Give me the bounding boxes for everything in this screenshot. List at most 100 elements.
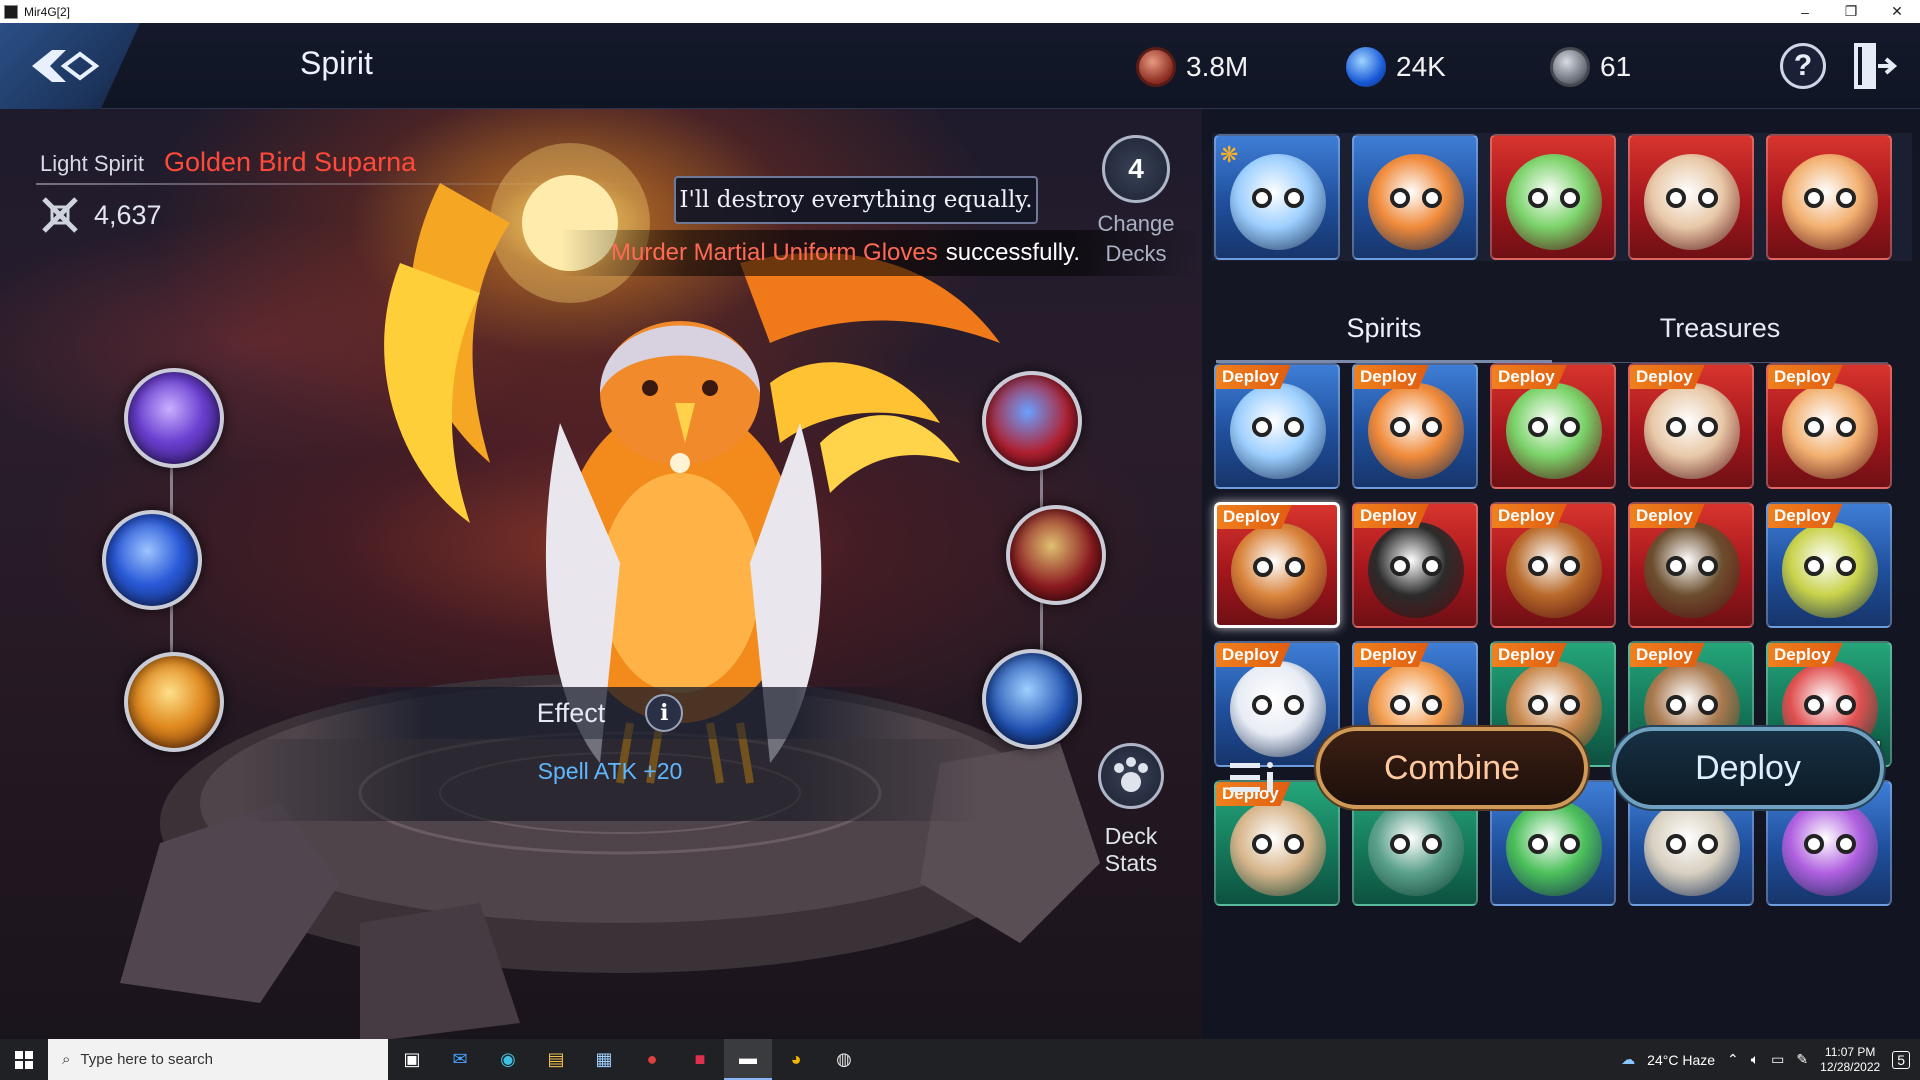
- store-icon[interactable]: ▦: [580, 1039, 628, 1080]
- spirit-portrait: [1782, 522, 1878, 618]
- clock[interactable]: 11:07 PM 12/28/2022: [1820, 1045, 1880, 1075]
- app-red-icon[interactable]: ●: [628, 1039, 676, 1080]
- combine-button[interactable]: Combine: [1316, 727, 1588, 809]
- volume-icon[interactable]: 🔈︎: [1751, 1051, 1759, 1068]
- deck-slot[interactable]: [1352, 134, 1478, 260]
- pen-icon[interactable]: ✎: [1796, 1051, 1808, 1068]
- golem-skill-icon[interactable]: [1006, 505, 1106, 605]
- spirit-card[interactable]: Deploy: [1214, 363, 1340, 489]
- portrait-eye: [1252, 417, 1272, 437]
- spirit-portrait: [1231, 523, 1327, 619]
- blue-sword-skill-icon[interactable]: [982, 649, 1082, 749]
- spirit-portrait: [1506, 154, 1602, 250]
- portrait-eye: [1528, 834, 1548, 854]
- network-icon[interactable]: ▭: [1771, 1051, 1784, 1068]
- back-button[interactable]: [0, 23, 140, 109]
- deck-slot[interactable]: [1628, 134, 1754, 260]
- deploy-badge: Deploy: [1492, 643, 1567, 667]
- top-bar: Spirit 3.8M 24K 61 ?: [0, 23, 1920, 109]
- deploy-badge: Deploy: [1216, 643, 1291, 667]
- chat-app-icon[interactable]: ◍: [820, 1039, 868, 1080]
- portrait-eye: [1698, 417, 1718, 437]
- spirit-portrait: [1368, 154, 1464, 250]
- task-view-icon[interactable]: ▣: [388, 1039, 436, 1080]
- effect-label: Effect: [536, 697, 606, 728]
- help-button[interactable]: ?: [1780, 43, 1826, 89]
- weather-icon: ☁: [1621, 1051, 1636, 1067]
- windows-taskbar: ⌕ Type here to search ▣ ✉ ◉ ▤ ▦ ● ■ ▬ ◕ …: [0, 1039, 1920, 1080]
- deploy-badge: Deploy: [1492, 504, 1567, 528]
- spirit-card[interactable]: Deploy: [1628, 502, 1754, 628]
- game-viewport: Spirit 3.8M 24K 61 ? Light Spirit Golden…: [0, 23, 1920, 1039]
- spirit-card[interactable]: Deploy: [1766, 363, 1892, 489]
- tab-treasures[interactable]: Treasures: [1552, 313, 1888, 363]
- spirit-portrait: [1644, 154, 1740, 250]
- spirit-portrait: [1644, 522, 1740, 618]
- window-titlebar: Mir4G[2] – ❐ ✕: [0, 0, 1920, 23]
- notification-center-icon[interactable]: 5: [1892, 1050, 1910, 1069]
- chevron-up-icon[interactable]: ⌃: [1727, 1051, 1739, 1068]
- edge-browser-icon[interactable]: ◉: [484, 1039, 532, 1080]
- window-controls: – ❐ ✕: [1782, 0, 1920, 23]
- chrome-icon[interactable]: ◕: [772, 1039, 820, 1080]
- spirit-portrait: [1506, 800, 1602, 896]
- paw-badge-icon: ❋: [1220, 142, 1239, 167]
- shield-skill-icon[interactable]: [124, 368, 224, 468]
- spirit-card[interactable]: Deploy: [1214, 502, 1340, 628]
- change-decks-button[interactable]: 4 Change Decks: [1096, 135, 1176, 269]
- spirit-portrait: [1230, 154, 1326, 250]
- taskbar-search[interactable]: ⌕ Type here to search: [48, 1039, 388, 1080]
- spirit-card[interactable]: Deploy: [1628, 363, 1754, 489]
- spirit-skill-icon[interactable]: [102, 510, 202, 610]
- portrait-eye: [1422, 695, 1442, 715]
- spirit-portrait: [1644, 383, 1740, 479]
- copper-coin-icon: [1136, 47, 1176, 87]
- deck-stats-button[interactable]: Deck Stats: [1076, 743, 1186, 877]
- exit-button[interactable]: [1852, 41, 1900, 91]
- spirit-card[interactable]: Deploy: [1490, 363, 1616, 489]
- deploy-badge: Deploy: [1630, 643, 1705, 667]
- file-explorer-icon[interactable]: ▤: [532, 1039, 580, 1080]
- mail-icon[interactable]: ✉: [436, 1039, 484, 1080]
- clock-time: 11:07 PM: [1824, 1044, 1876, 1059]
- spirit-card[interactable]: Deploy: [1352, 363, 1478, 489]
- deploy-badge: Deploy: [1217, 505, 1292, 529]
- recorder-icon[interactable]: ■: [676, 1039, 724, 1080]
- portrait-eye: [1666, 417, 1686, 437]
- portrait-eye: [1804, 834, 1824, 854]
- portrait-eye: [1804, 417, 1824, 437]
- deploy-button[interactable]: Deploy: [1612, 727, 1884, 809]
- list-info-button[interactable]: [1226, 751, 1278, 803]
- deploy-badge: Deploy: [1768, 504, 1843, 528]
- portrait-eye: [1698, 188, 1718, 208]
- close-button[interactable]: ✕: [1874, 0, 1920, 23]
- darksteel-amount: 24K: [1396, 51, 1446, 82]
- portrait-eye: [1422, 556, 1442, 576]
- clock-date: 12/28/2022: [1820, 1059, 1881, 1074]
- spirit-portrait: [1230, 800, 1326, 896]
- portrait-eye: [1698, 834, 1718, 854]
- heart-skill-icon[interactable]: [124, 652, 224, 752]
- minimize-button[interactable]: –: [1782, 0, 1828, 23]
- spirit-card[interactable]: Deploy: [1490, 502, 1616, 628]
- effect-stat: Spell ATK +20: [537, 758, 683, 784]
- deck-stats-label: Deck Stats: [1104, 823, 1158, 876]
- dragon-steel-coin-icon: [1550, 47, 1590, 87]
- portrait-eye: [1422, 188, 1442, 208]
- effect-info-icon[interactable]: i: [645, 694, 684, 732]
- spirit-portrait: [1506, 383, 1602, 479]
- portrait-eye: [1284, 695, 1304, 715]
- mir4-game-icon[interactable]: ▬: [724, 1039, 772, 1080]
- spirit-card[interactable]: Deploy: [1352, 502, 1478, 628]
- combat-power-value: 4,637: [94, 199, 162, 230]
- start-button[interactable]: [0, 1039, 48, 1080]
- deck-slot[interactable]: ❋: [1214, 134, 1340, 260]
- portrait-eye: [1390, 556, 1410, 576]
- deck-slot[interactable]: [1490, 134, 1616, 260]
- restore-button[interactable]: ❐: [1828, 0, 1874, 23]
- sword-skill-icon[interactable]: [982, 371, 1082, 471]
- tab-spirits[interactable]: Spirits: [1216, 313, 1552, 363]
- spirit-card[interactable]: Deploy: [1766, 502, 1892, 628]
- deck-slot[interactable]: [1766, 134, 1892, 260]
- portrait-eye: [1252, 695, 1272, 715]
